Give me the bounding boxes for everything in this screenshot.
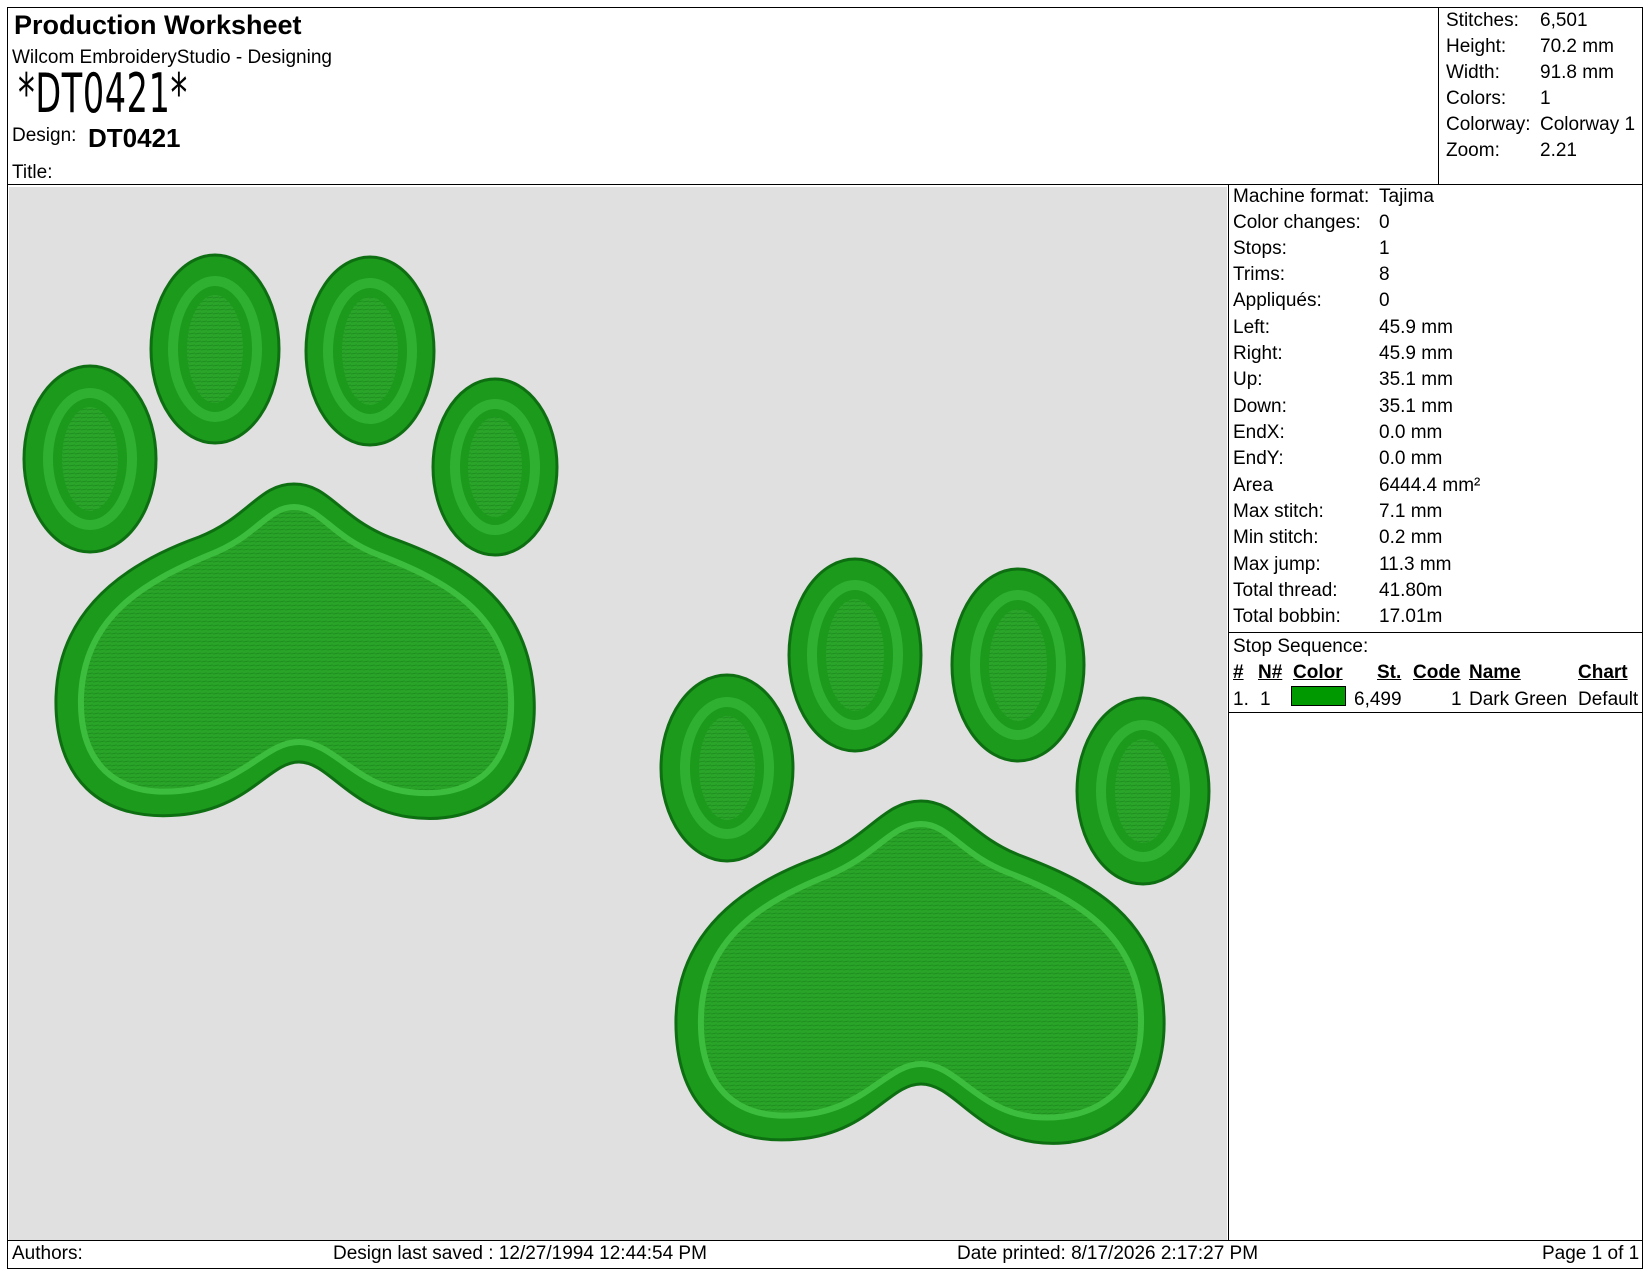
toe-pad [304, 255, 436, 447]
toe-pad [149, 253, 281, 445]
info-label: Total bobbin: [1233, 606, 1341, 627]
frame-top [7, 7, 1643, 8]
summary-value: 1 [1540, 88, 1551, 109]
page-title: Production Worksheet [14, 10, 302, 40]
info-label: Area [1233, 475, 1274, 496]
info-value: 17.01m [1379, 606, 1443, 627]
summary-label: Zoom: [1446, 140, 1500, 161]
page-number: Page 1 of 1 [1542, 1243, 1640, 1264]
info-value: 6444.4 mm² [1379, 475, 1481, 496]
info-label: Max stitch: [1233, 501, 1324, 522]
summary-label: Colors: [1446, 88, 1507, 109]
toe-pad [22, 364, 158, 554]
col-header-name: Name [1469, 662, 1521, 683]
toe-pad [950, 567, 1086, 763]
row-n: 1 [1260, 689, 1271, 710]
info-label: Appliqués: [1233, 290, 1322, 311]
info-value: 35.1 mm [1379, 396, 1453, 417]
info-value: 45.9 mm [1379, 317, 1453, 338]
info-value: 41.80m [1379, 580, 1443, 601]
info-value: 0 [1379, 212, 1390, 233]
info-value: 0.2 mm [1379, 527, 1443, 548]
info-label: Stops: [1233, 238, 1287, 259]
summary-value: 70.2 mm [1540, 36, 1614, 57]
header-divider [7, 184, 1643, 185]
design-value: DT0421 [88, 123, 181, 153]
summary-label: Colorway: [1446, 114, 1531, 135]
info-value: Tajima [1379, 186, 1434, 207]
info-value: 45.9 mm [1379, 343, 1453, 364]
design-preview [9, 187, 1227, 1240]
info-label: Right: [1233, 343, 1283, 364]
frame-bottom [7, 1268, 1643, 1269]
summary-value: Colorway 1 [1540, 114, 1636, 135]
info-label: Max jump: [1233, 554, 1321, 575]
color-swatch [1291, 686, 1346, 706]
col-header-code: Code [1413, 662, 1461, 683]
paw-print-right [659, 557, 1211, 1145]
date-printed: Date printed: 8/17/2026 2:17:27 PM [957, 1243, 1259, 1264]
summary-label: Height: [1446, 36, 1507, 57]
col-header-chart: Chart [1578, 662, 1628, 683]
info-value: 11.3 mm [1379, 554, 1452, 575]
summary-label: Stitches: [1446, 10, 1519, 31]
col-header-n: N# [1258, 662, 1283, 683]
col-header-st: St. [1377, 662, 1402, 683]
row-stitches: 6,499 [1354, 689, 1402, 710]
info-label: Min stitch: [1233, 527, 1319, 548]
info-value: 0 [1379, 290, 1390, 311]
info-value: 7.1 mm [1379, 501, 1443, 522]
row-chart: Default [1578, 689, 1639, 710]
col-header-num: # [1233, 662, 1244, 683]
stop-divider [1228, 712, 1643, 713]
info-label: Down: [1233, 396, 1287, 417]
info-label: Color changes: [1233, 212, 1361, 233]
paw-print-left [22, 253, 559, 820]
summary-value: 2.21 [1540, 140, 1577, 161]
info-label: Machine format: [1233, 186, 1370, 207]
info-value: 0.0 mm [1379, 422, 1443, 443]
design-barcode: *DT0421* [18, 62, 188, 125]
summary-value: 91.8 mm [1540, 62, 1614, 83]
summary-divider [1438, 7, 1439, 184]
title-label: Title: [12, 162, 53, 183]
info-value: 0.0 mm [1379, 448, 1443, 469]
col-header-color: Color [1293, 662, 1343, 683]
row-num: 1. [1233, 689, 1249, 710]
summary-label: Width: [1446, 62, 1500, 83]
info-label: EndY: [1233, 448, 1284, 469]
info-value: 8 [1379, 264, 1390, 285]
toe-pad [659, 673, 795, 863]
info-divider [1228, 632, 1643, 633]
footer-divider [7, 1240, 1643, 1241]
info-label: Left: [1233, 317, 1270, 338]
info-value: 35.1 mm [1379, 369, 1453, 390]
info-label: Trims: [1233, 264, 1286, 285]
frame-right [1642, 7, 1643, 1269]
paw-prints-illustration [22, 253, 1211, 1145]
toe-pad [431, 377, 559, 557]
row-code: 1 [1451, 689, 1462, 710]
info-label: Total thread: [1233, 580, 1338, 601]
toe-pad [787, 557, 923, 753]
info-label: EndX: [1233, 422, 1285, 443]
info-value: 1 [1379, 238, 1390, 259]
design-label: Design: [12, 125, 77, 146]
stop-sequence-title: Stop Sequence: [1233, 636, 1369, 657]
info-label: Up: [1233, 369, 1263, 390]
authors-label: Authors: [12, 1243, 83, 1264]
toe-pad [1075, 696, 1211, 886]
frame-left [7, 7, 8, 1269]
summary-value: 6,501 [1540, 10, 1588, 31]
design-last-saved: Design last saved : 12/27/1994 12:44:54 … [333, 1243, 707, 1264]
row-name: Dark Green [1469, 689, 1568, 710]
